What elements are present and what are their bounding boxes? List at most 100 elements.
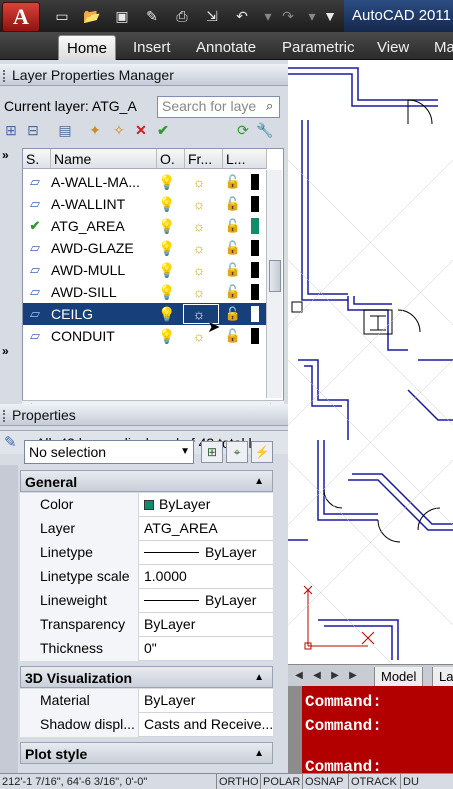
select-objects-icon[interactable]: ⌖ [226,441,248,463]
unlock-icon[interactable]: 🔓 [223,193,243,215]
bulb-on-icon[interactable]: 💡 [157,281,177,303]
set-current-icon[interactable]: ✔ [154,120,172,140]
section-3d-visualization[interactable]: 3D Visualization ▲ [20,666,273,688]
layer-row[interactable]: ▱ AWD-GLAZE 💡 ☼ 🔓 [23,237,267,259]
layer-row[interactable]: ▱ CONDUIT 💡 ☼ 🔓 [23,325,267,347]
settings-icon[interactable]: 🔧 [256,120,274,140]
coordinates-readout[interactable]: 212'-1 7/16", 64'-6 3/16", 0'-0" [0,774,149,789]
layer-row[interactable]: ▱ A-WALLINT 💡 ☼ 🔓 [23,193,267,215]
bulb-on-icon[interactable]: 💡 [157,193,177,215]
save-icon[interactable]: ▣ [112,6,132,26]
unlock-icon[interactable]: 🔓 [223,215,243,237]
property-row[interactable]: Lineweight ByLayer [20,589,273,613]
layer-color-swatch[interactable] [251,174,259,190]
layer-states-manager-icon[interactable]: ▤ [56,120,74,140]
quick-select-icon[interactable]: ⚡ [251,441,273,463]
unlock-icon[interactable]: 🔓 [223,259,243,281]
property-row[interactable]: Transparency ByLayer [20,613,273,637]
property-value[interactable]: ATG_AREA [140,517,272,541]
saveas-icon[interactable]: ✎ [142,6,162,26]
palette-grip-icon[interactable] [3,410,7,422]
prev-tab-icon[interactable]: ◀ [310,668,324,684]
quick-access-dropdown-icon[interactable]: ▼ [320,6,340,26]
open-icon[interactable]: 📂 [82,6,102,26]
tab-view[interactable]: View [369,35,417,60]
polar-toggle[interactable]: POLAR [260,774,302,789]
ducs-toggle[interactable]: DU [400,774,421,789]
collapse-icon[interactable]: ▲ [254,743,264,765]
sun-thaw-icon[interactable]: ☼ [189,237,209,259]
section-general[interactable]: General ▲ [20,470,273,492]
column-freeze[interactable]: Fr... [185,149,223,169]
unlock-icon[interactable]: 🔓 [223,171,243,193]
property-row[interactable]: Material ByLayer [20,689,273,713]
property-value[interactable]: ByLayer [140,689,272,713]
bulb-on-icon[interactable]: 💡 [157,171,177,193]
column-name[interactable]: Name [51,149,157,169]
column-lock[interactable]: L... [223,149,267,169]
layer-color-swatch[interactable] [251,218,259,234]
property-row[interactable]: Thickness 0" [20,637,273,661]
undo-dropdown-icon[interactable]: ▾ [258,6,278,26]
first-tab-icon[interactable]: ◀ [292,668,306,684]
new-property-filter-icon[interactable]: ⊞ [2,120,20,140]
bulb-on-icon[interactable]: 💡 [157,259,177,281]
property-value[interactable]: ByLayer [140,589,272,613]
tab-parametric[interactable]: Parametric [274,35,363,60]
palette-grip-icon[interactable] [3,70,7,82]
layer-row[interactable]: ▱ AWD-MULL 💡 ☼ 🔓 [23,259,267,281]
delete-layer-icon[interactable]: ✕ [132,120,150,140]
tab-home[interactable]: Home [58,35,117,60]
layer-search-input[interactable]: Search for laye [157,96,280,118]
column-status[interactable]: S. [23,149,51,169]
collapse-icon[interactable]: ▲ [254,471,264,493]
layer-list-vertical-scrollbar[interactable] [266,170,282,398]
scroll-thumb[interactable] [269,260,281,292]
osnap-toggle[interactable]: OSNAP [302,774,346,789]
drawing-canvas[interactable] [288,60,453,664]
property-row[interactable]: Color ByLayer [20,493,273,517]
unlock-icon[interactable]: 🔓 [223,303,243,325]
otrack-toggle[interactable]: OTRACK [348,774,399,789]
tab-model[interactable]: Model [374,667,424,687]
tab-manage[interactable]: Ma [426,35,453,60]
property-value[interactable]: ByLayer [140,541,272,565]
refresh-icon[interactable]: ⟳ [234,120,252,140]
layer-color-swatch[interactable] [251,328,259,344]
last-tab-icon[interactable]: ▶ [346,668,360,684]
undo-icon[interactable]: ↶ [232,6,252,26]
sun-thaw-icon[interactable]: ☼ [189,281,209,303]
tab-insert[interactable]: Insert [125,35,179,60]
property-value[interactable]: Casts and Receive... [140,713,272,737]
command-grip[interactable] [288,686,302,773]
new-layer-icon[interactable]: ✦ [86,120,104,140]
bulb-on-icon[interactable]: 💡 [157,237,177,259]
property-value[interactable]: ByLayer [140,613,272,637]
publish-icon[interactable]: ⇲ [202,6,222,26]
next-tab-icon[interactable]: ▶ [328,668,342,684]
new-group-filter-icon[interactable]: ⊟ [24,120,42,140]
selection-dropdown[interactable]: No selection ▼ [24,440,194,464]
tab-layout[interactable]: La [432,667,453,687]
bulb-on-icon[interactable]: 💡 [157,215,177,237]
redo-dropdown-icon[interactable]: ▾ [302,6,322,26]
toggle-pickadd-icon[interactable]: ⊞ [201,441,223,463]
sun-thaw-icon[interactable]: ☼ [189,303,209,325]
new-layer-vp-frozen-icon[interactable]: ✧ [110,120,128,140]
property-value[interactable]: 0" [140,637,272,661]
property-row[interactable]: Layer ATG_AREA [20,517,273,541]
property-value[interactable]: ByLayer [140,493,272,517]
layer-row[interactable]: ▱ A-WALL-MA... 💡 ☼ 🔓 [23,171,267,193]
redo-icon[interactable]: ↷ [278,6,298,26]
column-on[interactable]: O. [157,149,185,169]
layer-color-swatch[interactable] [251,240,259,256]
property-row[interactable]: Linetype ByLayer [20,541,273,565]
new-icon[interactable]: ▭ [52,6,72,26]
layer-color-swatch[interactable] [251,284,259,300]
layer-row[interactable]: ▱ AWD-SILL 💡 ☼ 🔓 [23,281,267,303]
section-plot-style[interactable]: Plot style ▲ [20,742,273,764]
layer-color-swatch[interactable] [251,196,259,212]
sun-thaw-icon[interactable]: ☼ [189,171,209,193]
sun-thaw-icon[interactable]: ☼ [189,259,209,281]
application-menu-button[interactable]: A [2,2,40,32]
